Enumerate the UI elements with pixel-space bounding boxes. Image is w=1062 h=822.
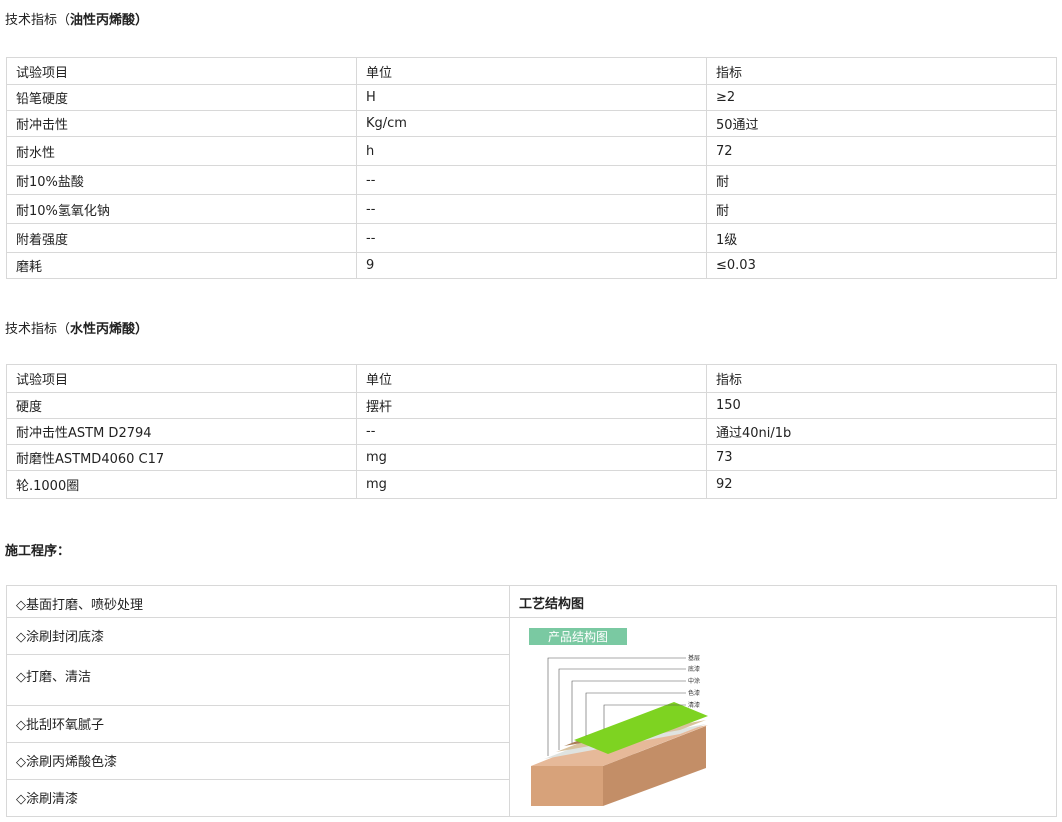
table-cell: ≥2 [706, 84, 1057, 111]
process-table: ◇基面打磨、喷砂处理 ◇涂刷封闭底漆 ◇打磨、清洁 ◇批刮环氧腻子 ◇涂刷丙烯酸… [6, 585, 1057, 817]
table-row: 硬度 摆杆 150 [6, 392, 1057, 419]
oil-heading-prefix: 技术指标（ [5, 13, 71, 28]
table-cell: Kg/cm [356, 110, 707, 137]
table-row: 铅笔硬度 H ≥2 [6, 84, 1057, 111]
table-cell: 铅笔硬度 [6, 84, 357, 111]
water-spec-table: 试验项目 单位 指标 硬度 摆杆 150 耐冲击性ASTM D2794 -- 通过40ni/… [6, 364, 1057, 499]
diagram-label: 中涂 [688, 677, 700, 685]
table-header-cell: 单位 [356, 57, 707, 85]
table-cell: 73 [706, 444, 1057, 471]
table-row: 磨耗 9 ≤0.03 [6, 252, 1057, 279]
process-step: ◇批刮环氧腻子 [7, 706, 509, 743]
process-step: ◇涂刷封闭底漆 [7, 618, 509, 655]
table-cell: 轮.1000圈 [6, 470, 357, 499]
diagram-title: 工艺结构图 [510, 586, 1056, 618]
table-cell: 150 [706, 392, 1057, 419]
table-cell: h [356, 136, 707, 166]
diagram-label: 底漆 [688, 665, 700, 673]
table-cell: ≤0.03 [706, 252, 1057, 279]
diagram-banner-text: 产品结构图 [548, 629, 608, 644]
table-cell: mg [356, 444, 707, 471]
oil-heading-suffix: ） [135, 13, 149, 28]
table-row: 试验项目 单位 指标 [6, 364, 1057, 393]
table-cell: 92 [706, 470, 1057, 499]
table-cell: 摆杆 [356, 392, 707, 419]
table-cell: 耐磨性ASTMD4060 C17 [6, 444, 357, 471]
oil-heading-bold: 油性丙烯酸 [70, 13, 136, 28]
process-step: ◇涂刷丙烯酸色漆 [7, 743, 509, 780]
table-cell: 耐冲击性ASTM D2794 [6, 418, 357, 445]
table-cell: 耐水性 [6, 136, 357, 166]
water-heading: 技术指标（水性丙烯酸） [5, 318, 148, 337]
table-header-cell: 单位 [356, 364, 707, 393]
product-structure-diagram: 产品结构图 基层 底漆 中涂 色漆 清漆 [529, 628, 708, 806]
table-cell: -- [356, 165, 707, 195]
table-header-cell: 指标 [706, 57, 1057, 85]
table-cell: -- [356, 223, 707, 253]
table-cell: -- [356, 418, 707, 445]
table-cell: 耐冲击性 [6, 110, 357, 137]
table-cell: mg [356, 470, 707, 499]
water-heading-bold: 水性丙烯酸 [70, 322, 136, 337]
substrate-front [531, 766, 603, 806]
table-cell: H [356, 84, 707, 111]
table-row: 试验项目 单位 指标 [6, 57, 1057, 85]
table-cell: 1级 [706, 223, 1057, 253]
table-cell: 72 [706, 136, 1057, 166]
oil-heading: 技术指标（油性丙烯酸） [5, 9, 148, 28]
table-header-cell: 试验项目 [6, 57, 357, 85]
table-row: 附着强度 -- 1级 [6, 223, 1057, 253]
table-cell: 耐10%氢氧化钠 [6, 194, 357, 224]
table-cell: 9 [356, 252, 707, 279]
table-cell: 耐 [706, 194, 1057, 224]
table-row: 耐水性 h 72 [6, 136, 1057, 166]
table-cell: 通过40ni/1b [706, 418, 1057, 445]
diagram-cell: 工艺结构图 产品结构图 基层 底漆 中涂 色漆 清漆 [510, 586, 1056, 816]
table-cell: 磨耗 [6, 252, 357, 279]
process-heading: 施工程序： [5, 540, 70, 559]
table-cell: 耐 [706, 165, 1057, 195]
table-row: 轮.1000圈 mg 92 [6, 470, 1057, 499]
table-row: 耐冲击性 Kg/cm 50通过 [6, 110, 1057, 137]
process-heading-text: 施工程序： [5, 544, 71, 559]
process-step: ◇涂刷清漆 [16, 792, 78, 807]
table-row: 耐冲击性ASTM D2794 -- 通过40ni/1b [6, 418, 1057, 445]
water-heading-prefix: 技术指标（ [5, 322, 71, 337]
table-cell: 耐10%盐酸 [6, 165, 357, 195]
oil-spec-table: 试验项目 单位 指标 铅笔硬度 H ≥2 耐冲击性 Kg/cm 50通过 耐水性 h 72 耐1… [6, 57, 1057, 279]
table-cell: 50通过 [706, 110, 1057, 137]
table-header-cell: 指标 [706, 364, 1057, 393]
table-row: 耐磨性ASTMD4060 C17 mg 73 [6, 444, 1057, 471]
water-heading-suffix: ） [135, 322, 149, 337]
table-cell: 附着强度 [6, 223, 357, 253]
table-row: 耐10%盐酸 -- 耐 [6, 165, 1057, 195]
diagram-label: 清漆 [688, 701, 700, 709]
process-step: ◇打磨、清洁 [7, 655, 509, 706]
diagram-label: 色漆 [688, 689, 700, 697]
table-cell: 硬度 [6, 392, 357, 419]
diagram-label: 基层 [688, 654, 700, 662]
process-step: ◇基面打磨、喷砂处理 [7, 586, 509, 618]
process-steps: ◇基面打磨、喷砂处理 ◇涂刷封闭底漆 ◇打磨、清洁 ◇批刮环氧腻子 ◇涂刷丙烯酸… [7, 586, 510, 816]
table-row: 耐10%氢氧化钠 -- 耐 [6, 194, 1057, 224]
table-header-cell: 试验项目 [6, 364, 357, 393]
table-cell: -- [356, 194, 707, 224]
